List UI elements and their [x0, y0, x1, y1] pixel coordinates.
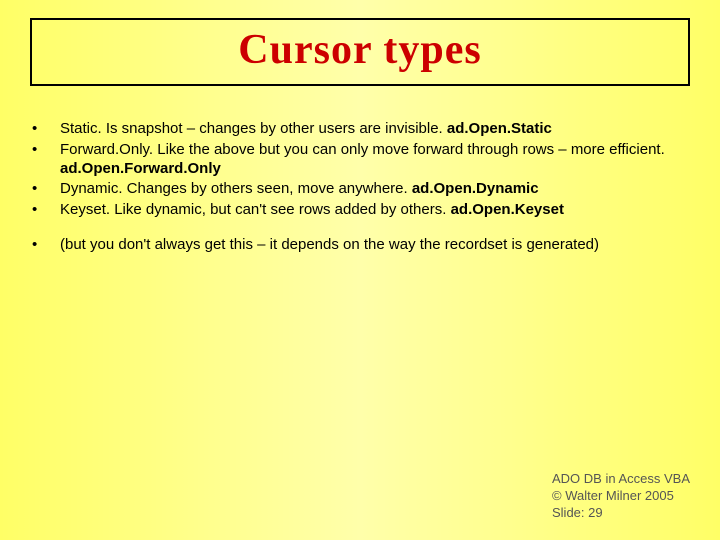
bullet-desc: Forward.Only. Like the above but you can… — [60, 141, 665, 158]
bullet-mark: • — [30, 180, 60, 199]
bullet-mark: • — [30, 141, 60, 160]
footer-line-copyright: © Walter Milner 2005 — [552, 488, 690, 505]
bullet-text: (but you don't always get this – it depe… — [60, 236, 690, 255]
spacer — [30, 222, 690, 236]
bullet-text: Static. Is snapshot – changes by other u… — [60, 120, 690, 139]
bullet-text: Forward.Only. Like the above but you can… — [60, 141, 690, 179]
title-box: Cursor types — [30, 18, 690, 86]
bullet-text: Dynamic. Changes by others seen, move an… — [60, 180, 690, 199]
footer-line-title: ADO DB in Access VBA — [552, 471, 690, 488]
bullet-code: ad.Open.Static — [447, 120, 552, 137]
bullet-text: Keyset. Like dynamic, but can't see rows… — [60, 201, 690, 220]
bullet-mark: • — [30, 201, 60, 220]
bullet-code: ad.Open.Dynamic — [412, 180, 539, 197]
bullet-desc: Static. Is snapshot – changes by other u… — [60, 120, 447, 137]
slide: Cursor types • Static. Is snapshot – cha… — [0, 0, 720, 540]
bullet-desc: Dynamic. Changes by others seen, move an… — [60, 180, 412, 197]
bullet-code: ad.Open.Forward.Only — [60, 160, 221, 177]
footer-line-slide-number: Slide: 29 — [552, 505, 690, 522]
bullet-code: ad.Open.Keyset — [451, 201, 564, 218]
footer: ADO DB in Access VBA © Walter Milner 200… — [552, 471, 690, 522]
bullet-desc: Keyset. Like dynamic, but can't see rows… — [60, 201, 451, 218]
bullet-item: • (but you don't always get this – it de… — [30, 236, 690, 255]
bullet-item: • Static. Is snapshot – changes by other… — [30, 120, 690, 139]
content-area: • Static. Is snapshot – changes by other… — [30, 120, 690, 257]
bullet-mark: • — [30, 236, 60, 255]
bullet-item: • Keyset. Like dynamic, but can't see ro… — [30, 201, 690, 220]
bullet-item: • Dynamic. Changes by others seen, move … — [30, 180, 690, 199]
bullet-item: • Forward.Only. Like the above but you c… — [30, 141, 690, 179]
bullet-mark: • — [30, 120, 60, 139]
slide-title: Cursor types — [42, 26, 678, 74]
